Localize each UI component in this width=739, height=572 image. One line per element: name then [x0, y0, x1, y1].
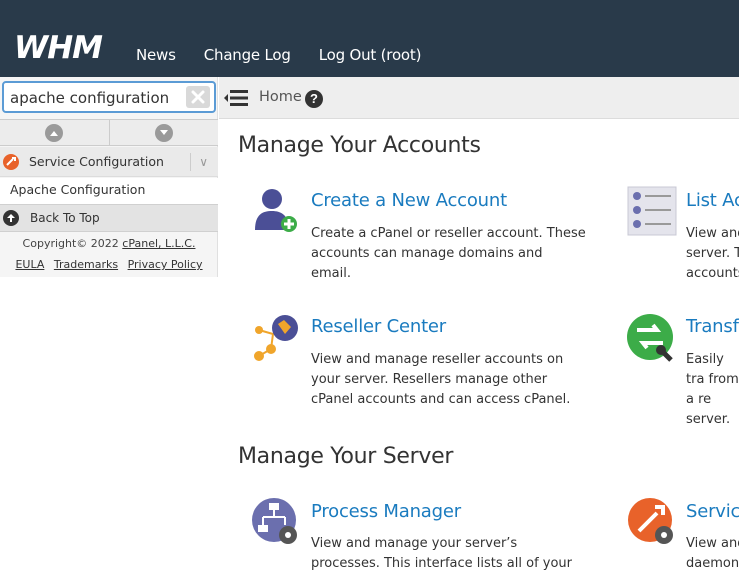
transfer-link[interactable]: Transf [686, 316, 739, 337]
trademarks-link[interactable]: Trademarks [54, 258, 118, 271]
top-nav: News Change Log Log Out (root) [136, 46, 449, 64]
svg-text:WHM: WHM [14, 30, 103, 64]
create-account-link[interactable]: Create a New Account [311, 190, 507, 211]
list-accounts-item: List Ac View and server. T accounts [627, 186, 739, 286]
sidebar-search [2, 81, 216, 113]
section-title-server: Manage Your Server [238, 444, 454, 469]
arrow-up-circle-icon [3, 210, 19, 226]
chevron-down-icon[interactable]: ∨ [190, 153, 208, 171]
top-header: WHM News Change Log Log Out (root) [0, 0, 739, 77]
scroll-up-button[interactable] [0, 120, 110, 145]
service-manager-link[interactable]: Service [686, 501, 739, 522]
whm-logo[interactable]: WHM [14, 30, 118, 64]
nav-news-link[interactable]: News [136, 46, 176, 64]
nav-logout-link[interactable]: Log Out (root) [319, 46, 422, 64]
copyright-text: Copyright© 2022 [22, 237, 123, 250]
copyright: Copyright© 2022 cPanel, L.L.C. [0, 237, 218, 250]
nav-changelog-link[interactable]: Change Log [204, 46, 291, 64]
create-account-item: Create a New Account Create a cPanel or … [251, 186, 601, 286]
list-accounts-link[interactable]: List Ac [686, 190, 739, 211]
main-content: Manage Your Accounts Create a New Accoun… [219, 120, 739, 572]
process-manager-link[interactable]: Process Manager [311, 501, 461, 522]
add-user-icon [255, 189, 297, 232]
footer-links: EULA Trademarks Privacy Policy [0, 258, 218, 271]
service-config-icon [3, 153, 19, 170]
menu-toggle-icon[interactable] [223, 87, 249, 109]
back-to-top-label: Back To Top [30, 211, 100, 225]
reseller-center-desc: View and manage reseller accounts on you… [311, 352, 571, 407]
back-to-top-button[interactable]: Back To Top [0, 204, 218, 232]
sidebar-empty-area [0, 277, 218, 572]
search-input[interactable] [10, 88, 180, 108]
reseller-center-link[interactable]: Reseller Center [311, 316, 446, 337]
reseller-center-item: Reseller Center View and manage reseller… [251, 312, 601, 412]
sidebar-item-apache-configuration[interactable]: Apache Configuration [0, 178, 218, 204]
cpanel-link[interactable]: cPanel, L.L.C. [122, 237, 195, 250]
section-title-accounts: Manage Your Accounts [238, 133, 481, 158]
service-manager-icon [628, 498, 673, 544]
sidebar-scroll-controls [0, 119, 218, 146]
arrow-down-icon [154, 123, 173, 142]
transfer-item: Transf Easily tra from a re server. [627, 312, 739, 427]
sidebar-category-service-configuration[interactable]: Service Configuration ∨ [0, 147, 218, 177]
create-account-desc: Create a cPanel or reseller account. The… [311, 226, 586, 281]
service-manager-item: Service View and daemons [627, 497, 739, 572]
process-manager-item: Process Manager View and manage your ser… [251, 497, 601, 572]
close-icon [191, 90, 205, 104]
breadcrumb-home[interactable]: Home [259, 89, 302, 105]
service-manager-desc: View and daemons [686, 536, 739, 571]
clear-search-button[interactable] [186, 86, 210, 108]
breadcrumb: Home ? [219, 77, 739, 119]
help-icon[interactable]: ? [305, 90, 323, 108]
transfer-desc: Easily tra from a re server. [686, 352, 739, 427]
process-manager-icon [252, 498, 297, 544]
sidebar-category-label: Service Configuration [29, 154, 164, 169]
privacy-policy-link[interactable]: Privacy Policy [128, 258, 203, 271]
scroll-down-button[interactable] [110, 120, 219, 145]
transfer-icon [627, 314, 673, 362]
list-accounts-icon [627, 186, 677, 236]
process-manager-desc: View and manage your server’s processes.… [311, 536, 573, 571]
arrow-up-icon [45, 123, 64, 142]
list-accounts-desc: View and server. T accounts [686, 226, 739, 281]
reseller-icon [254, 315, 298, 361]
eula-link[interactable]: EULA [15, 258, 44, 271]
